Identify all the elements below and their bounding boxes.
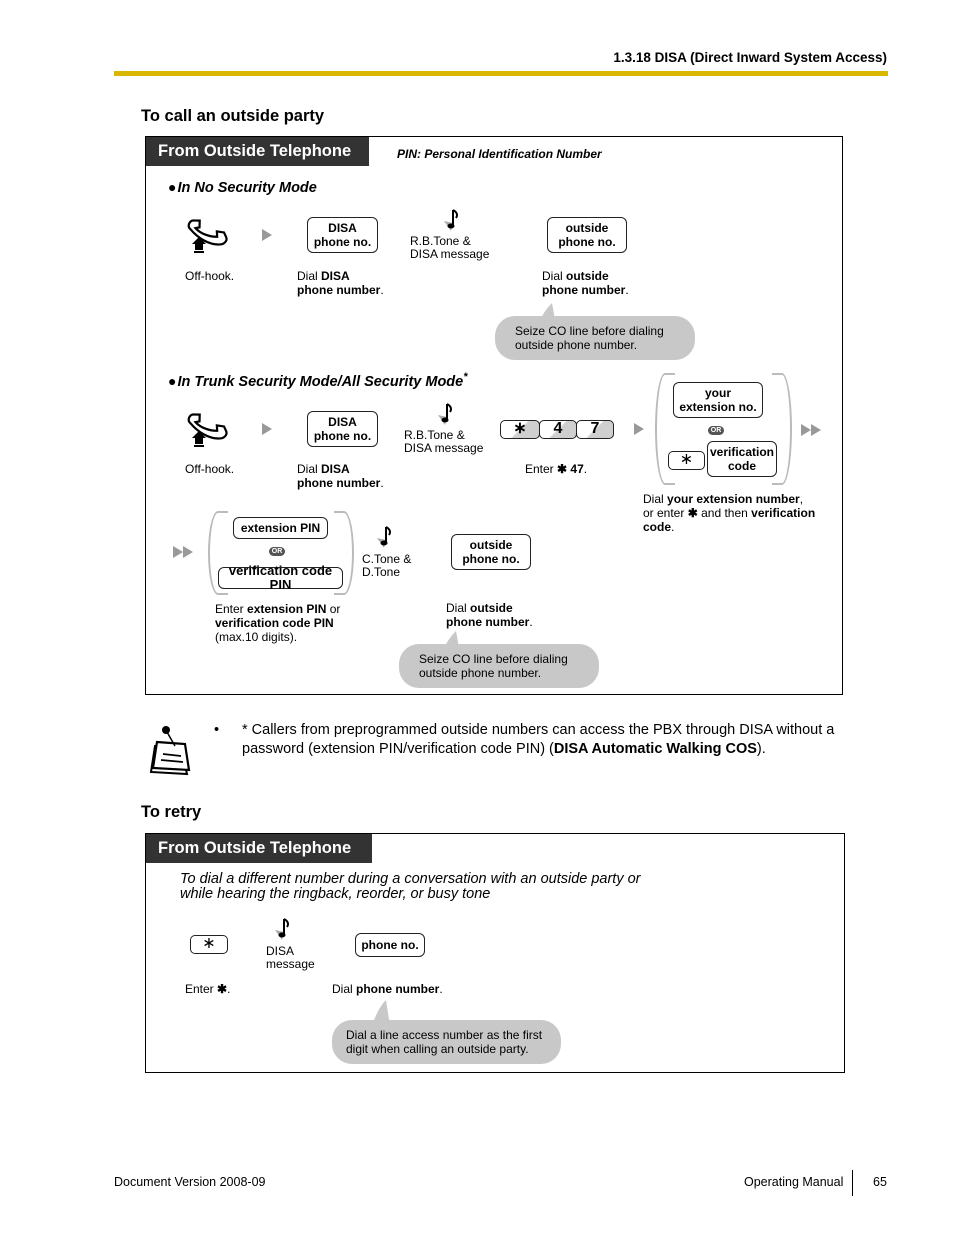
star-key: ∗ — [190, 935, 228, 954]
tone-music-note-icon — [275, 918, 289, 940]
mode-title-trunk-security: ●In Trunk Security Mode/All Security Mod… — [168, 371, 468, 390]
or-badge: OR — [708, 426, 724, 435]
running-header-title: 1.3.18 DISA (Direct Inward System Access… — [613, 50, 887, 65]
step-arrow-icon — [634, 423, 644, 435]
offhook-label: Off-hook. — [185, 269, 235, 283]
rb-tone-label: R.B.Tone & DISA message — [410, 234, 490, 261]
dial-phone-number-label: Dial phone number. — [332, 982, 443, 996]
section-title-retry: To retry — [141, 803, 202, 821]
off-hook-handset-icon — [187, 413, 228, 447]
outside-phone-no-key: outside phone no. — [451, 534, 531, 570]
digit-7-key: 7 — [576, 420, 614, 439]
phone-no-key: phone no. — [355, 933, 425, 957]
note-bullet: • — [214, 722, 220, 738]
dial-disa-label: Dial DISA phone number. — [297, 269, 384, 297]
verification-code-pin-key: verification code PIN — [218, 564, 343, 592]
header-rule — [114, 71, 888, 76]
rb-tone-label: R.B.Tone & DISA message — [404, 428, 484, 455]
enter-pin-label: Enter extension PIN or verification code… — [215, 602, 341, 644]
or-badge: OR — [269, 547, 285, 556]
verification-code-key: verification code — [707, 441, 777, 477]
extension-or-verification-label: Dial your extension number, or enter ✱ a… — [643, 492, 816, 534]
tone-music-note-icon — [377, 526, 391, 548]
step-arrow-icon — [262, 423, 272, 435]
continue-double-arrow-icon — [801, 424, 821, 436]
tone-music-note-icon — [438, 403, 452, 425]
note-memo-icon — [149, 726, 191, 776]
bullet-dot: ● — [168, 372, 177, 389]
footer-manual-name: Operating Manual — [744, 1175, 844, 1189]
disa-phone-no-key: DISA phone no. — [307, 411, 378, 447]
hint-bubble: Seize CO line before dialing outside phon… — [399, 644, 599, 688]
star-key: ∗ — [500, 420, 540, 439]
enter-star47-label: Enter ✱ 47. — [525, 462, 588, 476]
retry-panel: From Outside Telephone To dial a differe… — [145, 833, 845, 1073]
footer-divider — [852, 1170, 853, 1196]
enter-star-label: Enter ✱. — [185, 982, 231, 996]
panel-tab-from-outside-telephone: From Outside Telephone — [146, 137, 369, 166]
retry-intro-text: To dial a different number during a conv… — [180, 871, 641, 902]
dial-outside-label: Dial outside phone number. — [446, 601, 533, 629]
offhook-label: Off-hook. — [185, 462, 235, 476]
hint-bubble: Dial a line access number as the first di… — [332, 1020, 561, 1064]
footer-doc-version: Document Version 2008-09 — [114, 1175, 266, 1189]
disa-phone-no-key: DISA phone no. — [307, 217, 378, 253]
extension-pin-key: extension PIN — [233, 517, 328, 539]
hint-bubble: Seize CO line before dialing outside phon… — [495, 316, 695, 360]
note-text: * Callers from preprogrammed outside num… — [242, 722, 835, 757]
digit-4-key: 4 — [539, 420, 577, 439]
section-title-call-outside: To call an outside party — [141, 107, 325, 125]
dial-outside-label: Dial outside phone number. — [542, 269, 629, 297]
panel-tab-from-outside-telephone: From Outside Telephone — [146, 834, 372, 863]
step-arrow-icon — [262, 229, 272, 241]
disa-message-label: DISA message — [266, 944, 315, 971]
call-outside-panel: From Outside Telephone PIN: Personal Ide… — [145, 136, 843, 695]
off-hook-handset-icon — [187, 219, 228, 253]
star-key: ∗ — [668, 451, 705, 470]
continue-double-arrow-icon — [173, 546, 193, 558]
pin-note: PIN: Personal Identification Number — [397, 147, 602, 161]
bullet-dot: ● — [168, 179, 177, 195]
your-extension-no-key: your extension no. — [673, 382, 763, 418]
tone-music-note-icon — [444, 209, 458, 231]
outside-phone-no-key: outside phone no. — [547, 217, 627, 253]
mode-title-no-security: ●In No Security Mode — [168, 179, 317, 196]
c-tone-label: C.Tone & D.Tone — [362, 552, 412, 579]
footer-page-number: 65 — [873, 1175, 887, 1189]
dial-disa-label: Dial DISA phone number. — [297, 462, 384, 490]
